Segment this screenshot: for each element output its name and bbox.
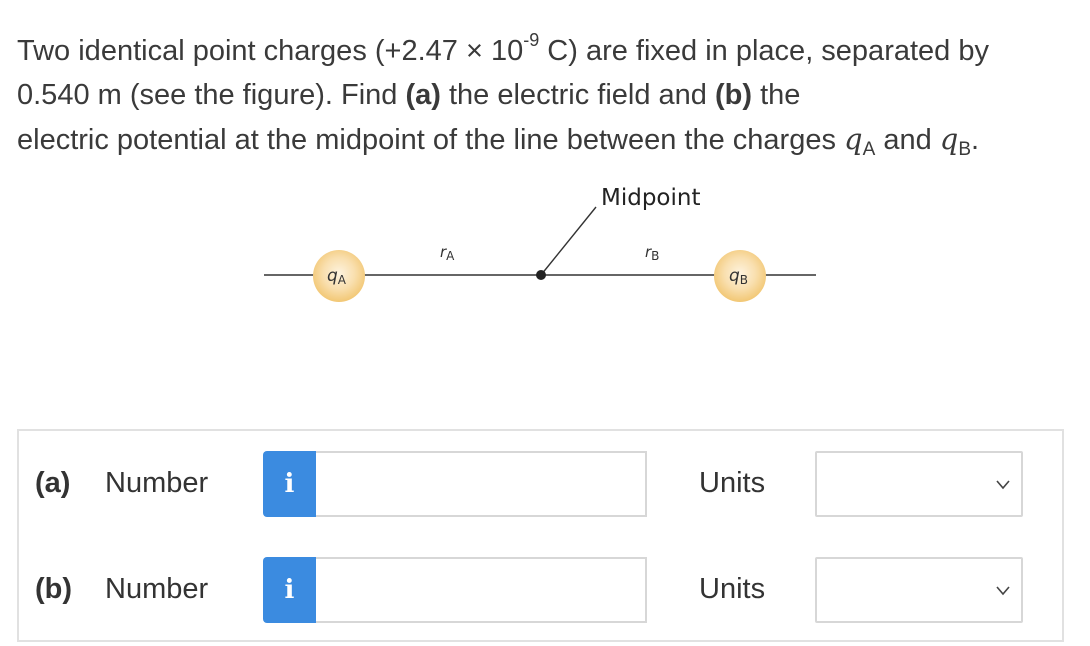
charges-figure: Midpoint qA qB rA rB [0,175,1090,325]
number-label: Number [105,467,209,499]
q-subscript: B [958,139,972,160]
answer-row-a: (a) Number i Units [19,451,1062,517]
midpoint-dot [536,270,546,280]
units-select-a[interactable] [815,451,1023,517]
problem-text: the electric field and [440,79,715,111]
answer-row-b: (b) Number i Units [19,557,1062,623]
units-label: Units [699,573,766,605]
units-label: Units [699,467,766,499]
problem-line-1: Two identical point charges (+2.47 × 10-… [17,18,1077,73]
part-b-label: (b) [35,573,73,605]
info-icon[interactable]: i [263,557,316,623]
part-a-label: (a) [35,467,71,499]
midpoint-label: Midpoint [601,185,701,211]
problem-text: 0.540 m (see the figure). Find [17,79,406,111]
problem-text: . [971,124,980,156]
number-label: Number [105,573,209,605]
midpoint-pointer-line [540,206,597,276]
problem-statement: Two identical point charges (+2.47 × 10-… [17,18,1077,172]
problem-line-3: electric potential at the midpoint of th… [17,117,1077,172]
q-symbol: q [844,122,863,156]
chevron-down-icon [996,586,1010,596]
r-a-label: rA [440,243,455,263]
part-a-ref: (a) [405,79,441,111]
number-input-a[interactable] [316,451,647,517]
exponent: -9 [523,30,540,50]
problem-text: and [875,124,940,156]
r-b-label: rB [645,243,659,263]
problem-text: C) are fixed in place, separated by [539,35,989,67]
problem-text: electric potential at the midpoint of th… [17,124,845,156]
number-input-b[interactable] [316,557,647,623]
problem-text: Two identical point charges (+2.47 × 10 [17,35,524,67]
q-subscript: A [862,139,876,160]
info-icon[interactable]: i [263,451,316,517]
problem-text: the [752,79,801,111]
part-b-ref: (b) [714,79,753,111]
answer-panel: (a) Number i Units (b) Number i Units [17,429,1064,642]
problem-line-2: 0.540 m (see the figure). Find (a) the e… [17,73,1077,117]
chevron-down-icon [996,480,1010,490]
units-select-b[interactable] [815,557,1023,623]
charges-diagram: Midpoint qA qB rA rB [264,185,816,302]
q-symbol: q [939,122,959,156]
